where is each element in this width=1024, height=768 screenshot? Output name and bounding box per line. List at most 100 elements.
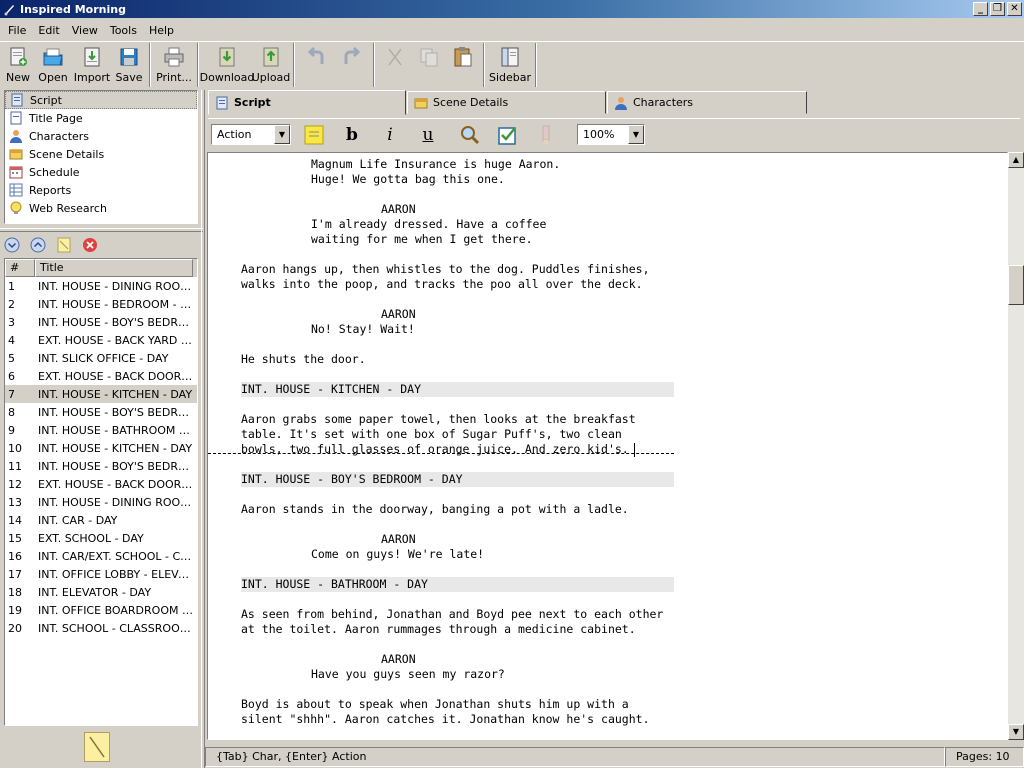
open-label: Open [38, 71, 68, 84]
toolbar-separator [535, 43, 537, 87]
scene-row[interactable]: 3 INT. HOUSE - BOY'S BEDROOM - DAY [5, 313, 197, 331]
open-button[interactable]: Open [34, 42, 72, 88]
pane-splitter[interactable] [0, 228, 203, 232]
nav-item-title-page[interactable]: Title Page [5, 109, 197, 127]
menu-view[interactable]: View [66, 24, 104, 37]
scene-row[interactable]: 8 INT. HOUSE - BOY'S BEDROOM - DAY [5, 403, 197, 421]
scene-row[interactable]: 14 INT. CAR - DAY [5, 511, 197, 529]
magnifier-icon [461, 125, 480, 144]
download-button[interactable]: Download [200, 42, 254, 88]
spellcheck-button[interactable] [495, 123, 521, 147]
scene-row[interactable]: 18 INT. ELEVATOR - DAY [5, 583, 197, 601]
scroll-thumb[interactable] [1008, 265, 1024, 305]
scene-number: 4 [8, 333, 15, 347]
scene-title: INT. HOUSE - KITCHEN - DAY [38, 387, 193, 401]
editor-scrollbar[interactable]: ▲ ▼ [1008, 152, 1024, 740]
restore-button[interactable]: ❐ [990, 2, 1005, 16]
scene-row[interactable]: 20 INT. SCHOOL - CLASSROOM - DAY [5, 619, 197, 637]
underline-button[interactable]: u [415, 123, 441, 147]
scene-row[interactable]: 2 INT. HOUSE - BEDROOM - DAY [5, 295, 197, 313]
scene-row[interactable]: 11 INT. HOUSE - BOY'S BEDROOM - DAY [5, 457, 197, 475]
copy-button[interactable] [412, 42, 446, 88]
highlight-button[interactable] [533, 123, 559, 147]
vertical-splitter[interactable] [201, 90, 205, 768]
minimize-button[interactable]: _ [973, 2, 988, 16]
tab-characters[interactable]: Characters [607, 91, 807, 114]
scene-row[interactable]: 7 INT. HOUSE - KITCHEN - DAY [5, 385, 197, 403]
script-heading-line: INT. HOUSE - BATHROOM - DAY [241, 577, 674, 592]
menu-tools[interactable]: Tools [104, 24, 143, 37]
bold-button[interactable]: b [339, 123, 365, 147]
scene-list: # Title 1 INT. HOUSE - DINING ROOM - DAY 2… [4, 258, 198, 726]
column-header-title[interactable]: Title [35, 259, 193, 277]
status-hint: {Tab} Char, {Enter} Action [205, 747, 945, 767]
cut-button[interactable] [378, 42, 412, 88]
save-button[interactable]: Save [112, 42, 146, 88]
tab-label: Script [234, 96, 271, 109]
open-icon [43, 48, 63, 66]
italic-button[interactable]: i [377, 123, 403, 147]
print-button[interactable]: Print... [154, 42, 194, 88]
upload-button[interactable]: Upload [252, 42, 290, 88]
scene-row[interactable]: 9 INT. HOUSE - BATHROOM - DAY [5, 421, 197, 439]
note-icon[interactable] [56, 237, 72, 253]
scene-row[interactable]: 10 INT. HOUSE - KITCHEN - DAY [5, 439, 197, 457]
nav-item-web-research[interactable]: Web Research [5, 199, 197, 217]
zoom-select[interactable]: 100% ▼ [577, 124, 645, 145]
sidebar-button[interactable]: Sidebar [488, 42, 532, 88]
column-header-number[interactable]: # [5, 259, 35, 277]
add-note-button[interactable] [84, 732, 110, 762]
scene-number: 14 [8, 513, 22, 527]
find-button[interactable] [457, 123, 483, 147]
scene-row[interactable]: 1 INT. HOUSE - DINING ROOM - DAY [5, 277, 197, 295]
paste-button[interactable] [446, 42, 480, 88]
script-icon [11, 93, 23, 107]
tab-scene-details[interactable]: Scene Details [407, 91, 606, 114]
scene-row[interactable]: 6 EXT. HOUSE - BACK DOOR - DAY [5, 367, 197, 385]
undo-button[interactable] [298, 42, 334, 88]
menu-help[interactable]: Help [143, 24, 180, 37]
note-button[interactable] [301, 123, 327, 147]
import-button[interactable]: Import [72, 42, 112, 88]
scene-row[interactable]: 15 EXT. SCHOOL - DAY [5, 529, 197, 547]
new-button[interactable]: New [2, 42, 34, 88]
scene-number: 7 [8, 387, 15, 401]
nav-item-scene-details[interactable]: Scene Details [5, 145, 197, 163]
sidebar-label: Sidebar [488, 71, 532, 84]
nav-item-characters[interactable]: Characters [5, 127, 197, 145]
scroll-up-button[interactable]: ▲ [1008, 152, 1024, 168]
scene-title: EXT. SCHOOL - DAY [38, 531, 144, 545]
scene-title: INT. HOUSE - DINING ROOM - DAY [38, 495, 193, 509]
nav-item-reports[interactable]: Reports [5, 181, 197, 199]
scene-details-icon [9, 149, 23, 160]
scene-row[interactable]: 5 INT. SLICK OFFICE - DAY [5, 349, 197, 367]
delete-icon[interactable] [82, 237, 98, 253]
script-action-line: table. It's set with one box of Sugar Pu… [241, 427, 622, 441]
scene-row[interactable]: 13 INT. HOUSE - DINING ROOM - DAY [5, 493, 197, 511]
scene-row[interactable]: 19 INT. OFFICE BOARDROOM - DAY [5, 601, 197, 619]
move-up-icon[interactable] [30, 237, 46, 253]
save-icon [120, 48, 138, 66]
tab-script[interactable]: Script [208, 90, 406, 115]
scene-number: 10 [8, 441, 22, 455]
scene-number: 11 [8, 459, 22, 473]
script-editor[interactable]: Magnum Life Insurance is huge Aaron. Huge… [207, 152, 1008, 740]
menu-edit[interactable]: Edit [32, 24, 65, 37]
scene-number: 17 [8, 567, 22, 581]
scene-row[interactable]: 17 INT. OFFICE LOBBY - ELEVATOR - DAY [5, 565, 197, 583]
scroll-down-button[interactable]: ▼ [1008, 724, 1024, 740]
close-button[interactable]: ✕ [1007, 2, 1022, 16]
nav-item-script[interactable]: Script [5, 91, 197, 109]
scene-row[interactable]: 4 EXT. HOUSE - BACK YARD - DAY [5, 331, 197, 349]
scene-row[interactable]: 16 INT. CAR/EXT. SCHOOL - CONTINUOUS [5, 547, 197, 565]
toolbar-separator [483, 43, 485, 87]
script-dialogue-line: Magnum Life Insurance is huge Aaron. [311, 157, 561, 171]
menu-file[interactable]: File [2, 24, 32, 37]
cut-icon [388, 48, 402, 66]
nav-item-schedule[interactable]: Schedule [5, 163, 197, 181]
scene-title: INT. HOUSE - BOY'S BEDROOM - DAY [38, 315, 193, 329]
redo-button[interactable] [334, 42, 370, 88]
move-down-icon[interactable] [4, 237, 20, 253]
element-type-select[interactable]: Action ▼ [211, 124, 291, 145]
scene-row[interactable]: 12 EXT. HOUSE - BACK DOOR - DAY [5, 475, 197, 493]
